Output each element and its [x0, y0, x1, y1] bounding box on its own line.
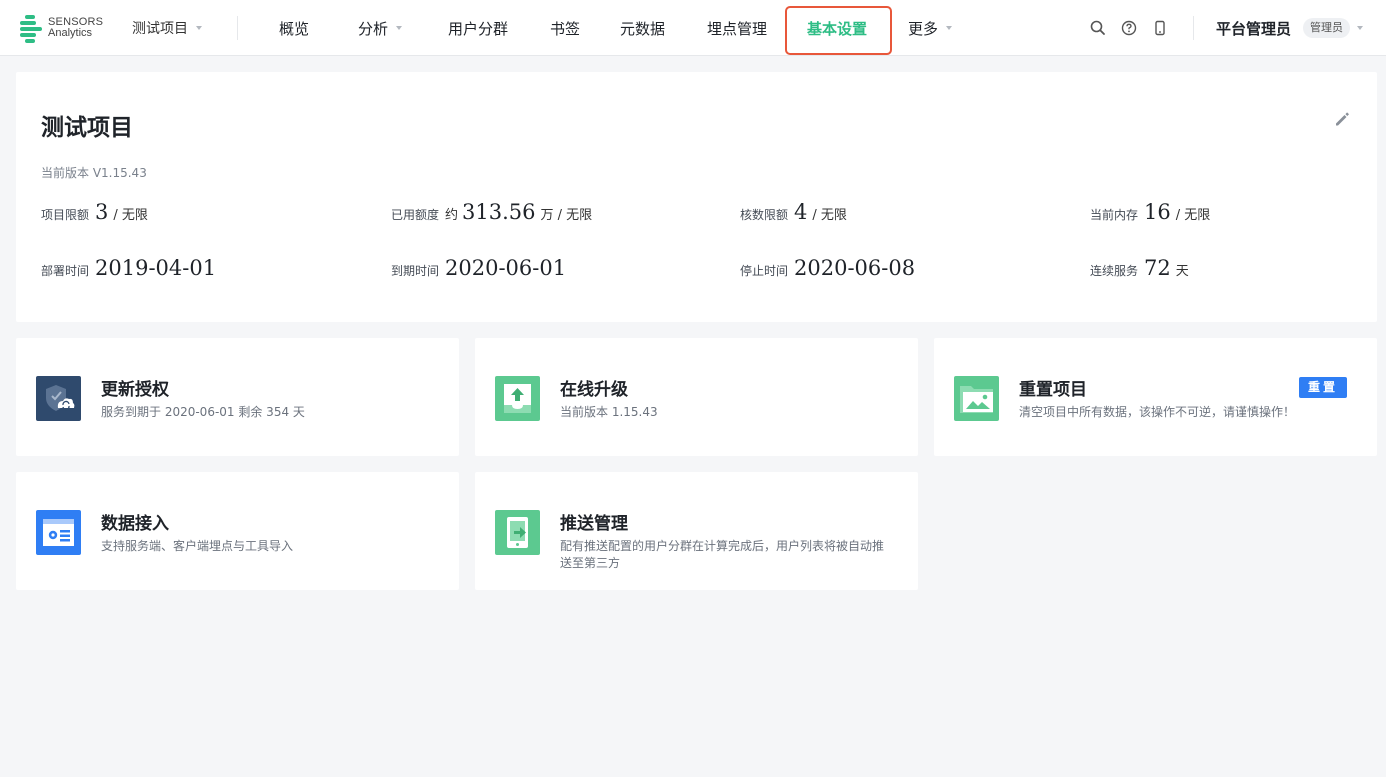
mobile-icon[interactable] — [1151, 19, 1169, 37]
upgrade-icon — [495, 376, 540, 421]
top-navigation-bar: SENSORS Analytics 测试项目 概览 分析 用户分群 书签 元数据… — [0, 0, 1386, 56]
project-selector[interactable]: 测试项目 — [132, 0, 202, 56]
card-title: 重置项目 — [1019, 380, 1087, 400]
project-selector-label: 测试项目 — [132, 21, 188, 37]
logo-line2: Analytics — [48, 27, 93, 39]
chevron-down-icon — [946, 26, 953, 30]
nav-metadata[interactable]: 元数据 — [620, 0, 665, 56]
card-update-license[interactable]: 更新授权 服务到期于 2020-06-01 剩余 354 天 — [16, 338, 459, 456]
chevron-down-icon — [196, 26, 202, 30]
chevron-down-icon — [396, 26, 403, 30]
role-badge: 管理员 — [1303, 18, 1350, 38]
nav-basic-settings[interactable]: 基本设置 — [807, 0, 867, 56]
nav-more[interactable]: 更多 — [908, 0, 953, 56]
project-version: 当前版本 V1.15.43 — [41, 166, 147, 180]
stat-project-quota: 项目限额 3/ 无限 — [41, 200, 148, 224]
chevron-down-icon[interactable] — [1357, 26, 1363, 30]
stat-used-quota: 已用额度约 313.56 万 / 无限 — [391, 200, 593, 224]
card-description: 服务到期于 2020-06-01 剩余 354 天 — [101, 405, 305, 419]
logo-icon — [20, 14, 42, 43]
stat-core-quota: 核数限额 4/ 无限 — [740, 200, 847, 224]
card-description: 清空项目中所有数据，该操作不可逆，请谨慎操作！ — [1019, 405, 1296, 419]
nav-bookmarks[interactable]: 书签 — [550, 0, 580, 56]
header-divider — [1193, 16, 1194, 40]
sensors-analytics-logo[interactable]: SENSORS Analytics — [20, 12, 103, 44]
stat-continuous-service: 连续服务 72 天 — [1090, 256, 1189, 280]
stat-current-memory: 当前内存 16/ 无限 — [1090, 200, 1211, 224]
card-description: 配有推送配置的用户分群在计算完成后，用户列表将被自动推送至第三方 — [560, 539, 885, 570]
card-data-access[interactable]: 数据接入 支持服务端、客户端埋点与工具导入 — [16, 472, 459, 590]
pencil-edit-icon[interactable] — [1333, 110, 1351, 128]
nav-analysis[interactable]: 分析 — [358, 0, 403, 56]
card-description: 支持服务端、客户端埋点与工具导入 — [101, 539, 294, 553]
project-title: 测试项目 — [41, 115, 133, 141]
search-icon[interactable] — [1089, 19, 1107, 37]
card-online-upgrade[interactable]: 在线升级 当前版本 1.15.43 — [475, 338, 918, 456]
nav-overview[interactable]: 概览 — [279, 0, 309, 56]
card-title: 数据接入 — [101, 514, 169, 534]
card-title: 在线升级 — [560, 380, 628, 400]
card-reset-project: 重置项目 清空项目中所有数据，该操作不可逆，请谨慎操作！ 重置 — [934, 338, 1377, 456]
help-icon[interactable] — [1120, 19, 1138, 37]
reset-folder-icon — [954, 376, 999, 421]
header-divider — [237, 16, 238, 40]
card-description: 当前版本 1.15.43 — [560, 405, 658, 419]
user-name[interactable]: 平台管理员 — [1216, 0, 1291, 56]
card-title: 推送管理 — [560, 514, 628, 534]
card-push-management[interactable]: 推送管理 配有推送配置的用户分群在计算完成后，用户列表将被自动推送至第三方 — [475, 472, 918, 590]
stat-expire-time: 到期时间 2020-06-01 — [391, 256, 567, 280]
push-icon — [495, 510, 540, 555]
reset-button[interactable]: 重置 — [1298, 377, 1347, 398]
data-access-icon — [36, 510, 81, 555]
stat-stop-time: 停止时间 2020-06-08 — [740, 256, 916, 280]
nav-user-segments[interactable]: 用户分群 — [448, 0, 508, 56]
project-info-card: 测试项目 当前版本 V1.15.43 项目限额 3/ 无限 已用额度约 313.56… — [16, 72, 1377, 322]
nav-tracking-management[interactable]: 埋点管理 — [707, 0, 767, 56]
card-title: 更新授权 — [101, 380, 169, 400]
stat-deploy-time: 部署时间 2019-04-01 — [41, 256, 217, 280]
license-shield-icon — [36, 376, 81, 421]
